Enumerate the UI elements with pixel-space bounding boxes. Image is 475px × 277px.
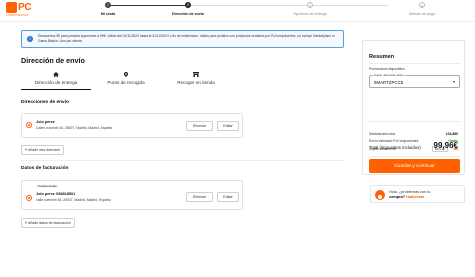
pccomponentes-logo[interactable]: PC COMPONENTES xyxy=(6,2,36,19)
page-title: Dirección de envío xyxy=(21,56,85,65)
delete-billing-button[interactable]: Eliminar xyxy=(186,192,213,202)
home-icon xyxy=(53,72,59,77)
address-line: Calee cuvencit 45, 28007, Madrid, Madrid… xyxy=(36,126,113,130)
add-address-button[interactable]: +Añadir otra dirección xyxy=(21,145,65,155)
step-cart[interactable]: ✓ Mi cesta xyxy=(68,2,148,16)
help-chat-widget[interactable]: Hola, ¿problemas con tu compra? Hablemos xyxy=(370,185,465,203)
save-and-continue-button[interactable]: Guardar y continuar xyxy=(369,159,460,173)
edit-address-button[interactable]: Editar xyxy=(217,121,239,131)
coupon-select[interactable]: Cupón descuento activo 9MARTZPCC5 ▾ xyxy=(369,73,460,88)
order-summary: Resumen Promociones disponibles Cupón de… xyxy=(362,40,465,175)
billing-name: Jolo perez X58818501 xyxy=(36,192,76,196)
checkout-stepper: ✓ Mi cesta 2 Dirección de envío 3 Opcion… xyxy=(60,2,460,20)
person-icon xyxy=(378,195,382,199)
help-line-2: compra? Hablemos xyxy=(389,195,424,199)
info-icon: i xyxy=(27,36,33,42)
logo-text: PC xyxy=(18,2,32,13)
add-address-label: Añadir otra dirección xyxy=(28,148,61,152)
add-billing-label: Añadir datos de facturación xyxy=(28,221,71,225)
assistant-avatar xyxy=(375,190,385,200)
billing-heading: Datos de facturación xyxy=(21,166,69,171)
default-badge: Predeterminada xyxy=(36,185,59,188)
chevron-down-icon: ▾ xyxy=(452,79,455,84)
add-billing-button[interactable]: +Añadir datos de facturación xyxy=(21,218,75,228)
tab-pickup-point[interactable]: Punto de recogida xyxy=(91,72,161,90)
coupon-value: 9MARTZPCC5 xyxy=(374,80,404,85)
summary-divider xyxy=(369,156,460,157)
step-shipping-address: 2 Dirección de envío xyxy=(148,2,228,16)
tab-home-delivery[interactable]: Dirección de entrega xyxy=(21,72,91,90)
section-divider xyxy=(21,160,345,161)
edit-billing-button[interactable]: Editar xyxy=(217,192,239,202)
step-label: Dirección de envío xyxy=(172,12,204,16)
delivery-method-tabs: Dirección de entrega Punto de recogida R… xyxy=(21,72,231,90)
step-delivery-options: 3 Opciones de entrega xyxy=(270,2,350,16)
store-icon xyxy=(193,72,199,77)
step-label: Método de pago xyxy=(409,12,435,16)
step-label: Opciones de entrega xyxy=(293,12,327,16)
promotions-label: Promociones disponibles xyxy=(369,67,405,71)
promo-info-banner: i Descuentos 9€ para pedidos superiores … xyxy=(21,30,344,48)
help-cta[interactable]: Hablemos xyxy=(406,195,424,199)
billing-line: calle cuevenit 45, 28007, Madrid, Madrid… xyxy=(36,198,111,202)
coupon-field-legend: Cupón descuento activo xyxy=(373,73,406,77)
plus-icon: + xyxy=(25,221,28,225)
total-value: 99,96€ xyxy=(433,141,458,150)
plus-icon: + xyxy=(25,148,28,152)
step-number: 4 xyxy=(419,2,425,8)
step-payment-method: 4 Método de pago xyxy=(382,2,462,16)
checkout-header: PC COMPONENTES ✓ Mi cesta 2 Dirección de… xyxy=(0,0,475,22)
subtotal-label: Subtotal artículos xyxy=(369,132,396,136)
help-question: compra? xyxy=(389,195,406,199)
billing-address-card[interactable]: Predeterminada Jolo perez X58818501 call… xyxy=(21,180,243,210)
tab-store-pickup[interactable]: Recoger en tienda xyxy=(161,72,231,90)
summary-title: Resumen xyxy=(369,54,395,60)
delete-address-button[interactable]: Eliminar xyxy=(186,121,213,131)
subtotal-value: 104,86€ xyxy=(445,132,458,136)
shipping-addresses-heading: Direcciones de envío xyxy=(21,100,69,105)
address-radio[interactable] xyxy=(26,122,32,128)
address-name: Jolo perez xyxy=(36,120,55,124)
summary-divider xyxy=(369,121,460,122)
logo-subtitle: COMPONENTES xyxy=(6,14,29,17)
tab-label: Punto de recogida xyxy=(107,80,145,85)
step-number: 3 xyxy=(307,2,313,8)
step-label: Mi cesta xyxy=(100,12,116,16)
total-label: Total (impuestos incluidos) xyxy=(369,145,421,150)
help-line-1: Hola, ¿problemas con tu xyxy=(389,190,431,194)
checkmark-icon: ✓ xyxy=(105,2,111,8)
tab-label: Dirección de entrega xyxy=(34,80,78,85)
banner-text: Descuentos 9€ para pedidos superiores a … xyxy=(38,34,335,43)
location-pin-icon xyxy=(123,72,129,77)
logo-mark xyxy=(6,2,17,13)
summary-divider xyxy=(369,63,460,64)
billing-radio[interactable] xyxy=(26,195,32,201)
step-number: 2 xyxy=(185,2,191,8)
tab-label: Recoger en tienda xyxy=(177,80,215,85)
shipping-address-card[interactable]: Jolo perez Calee cuvencit 45, 28007, Mad… xyxy=(21,113,243,138)
shipping-cost-label: Envío estimado PcComponentes xyxy=(369,139,419,143)
